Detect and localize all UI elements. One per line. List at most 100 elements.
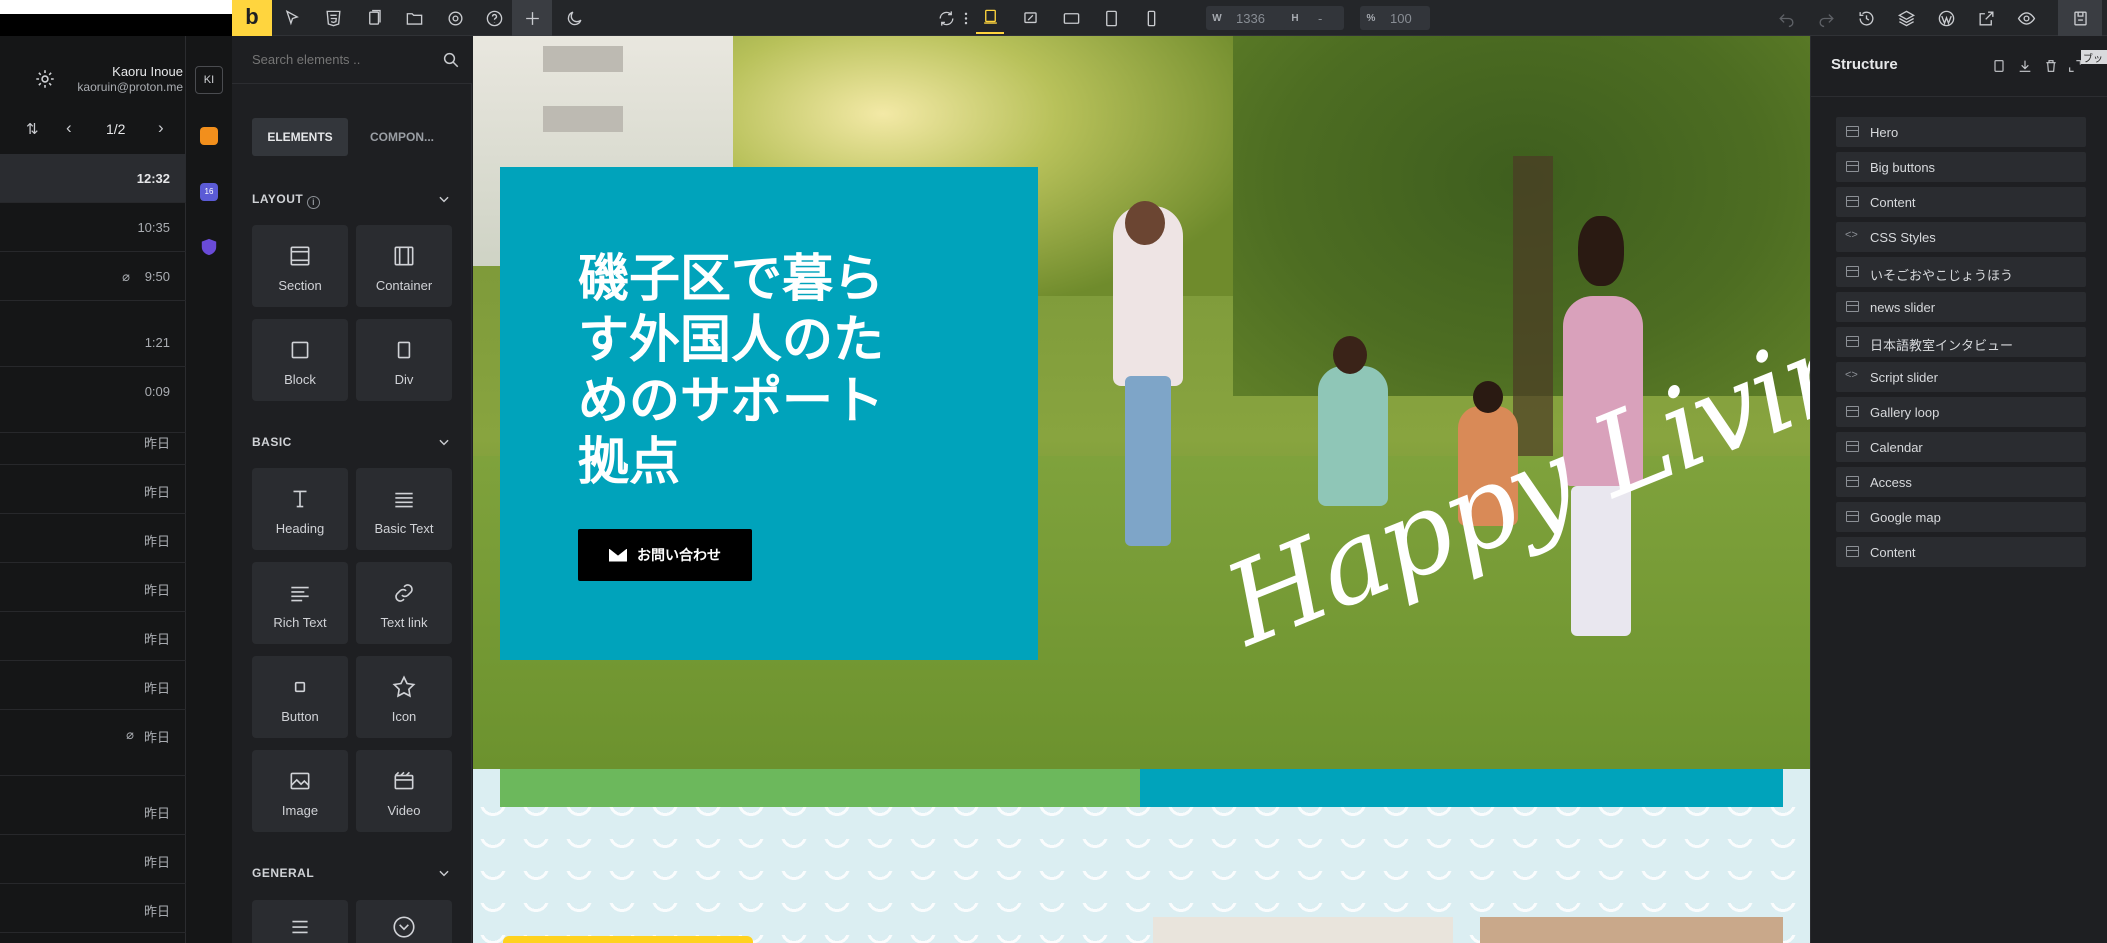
calendar-app-icon[interactable]: 16: [200, 183, 218, 201]
element-tile-container[interactable]: Container: [356, 225, 452, 307]
chevron-down-icon[interactable]: [437, 192, 451, 206]
general-section-title[interactable]: GENERAL: [252, 866, 314, 880]
layout-section-title[interactable]: LAYOUT i: [252, 192, 321, 209]
mail-row[interactable]: 昨日: [0, 465, 186, 514]
undo-icon[interactable]: [1772, 4, 1800, 32]
tile-label: Video: [387, 803, 421, 818]
preview-eye-icon[interactable]: [2012, 4, 2040, 32]
mail-row[interactable]: 1:21: [0, 318, 186, 367]
dark-mode-icon[interactable]: [560, 4, 588, 32]
structure-item[interactable]: Content: [1836, 187, 2086, 217]
mail-row[interactable]: 12:32: [0, 154, 186, 203]
tab-elements[interactable]: ELEMENTS: [252, 118, 348, 156]
mail-time: 10:35: [137, 220, 170, 235]
mail-row[interactable]: 昨日: [0, 884, 186, 933]
element-tile-section[interactable]: Section: [252, 225, 348, 307]
structure-item[interactable]: Access: [1836, 467, 2086, 497]
structure-item[interactable]: Hero: [1836, 117, 2086, 147]
section-icon: [1846, 476, 1859, 487]
element-tile-text-link[interactable]: Text link: [356, 562, 452, 644]
tablet-portrait-icon[interactable]: [1097, 4, 1125, 32]
history-icon[interactable]: [1852, 4, 1880, 32]
settings-icon[interactable]: [441, 4, 469, 32]
pointer-icon[interactable]: [278, 4, 306, 32]
height-field[interactable]: H-: [1284, 6, 1344, 30]
hero-heading[interactable]: 磯子区で暮らす外国人のためのサポート拠点: [578, 249, 928, 493]
element-tile-rich-text[interactable]: Rich Text: [252, 562, 348, 644]
structure-item[interactable]: Google map: [1836, 502, 2086, 532]
help-icon[interactable]: [480, 4, 508, 32]
mail-row[interactable]: 9:50 ⌀: [0, 252, 186, 301]
structure-item[interactable]: news slider: [1836, 292, 2086, 322]
general-tile-accordion[interactable]: [356, 900, 452, 943]
structure-item-label: Access: [1870, 475, 1912, 490]
structure-item[interactable]: Content: [1836, 537, 2086, 567]
mail-row[interactable]: 昨日: [0, 786, 186, 835]
tile-label: Div: [394, 372, 414, 387]
structure-item[interactable]: <> CSS Styles: [1836, 222, 2086, 252]
layers-icon[interactable]: [1892, 4, 1920, 32]
zoom-field[interactable]: % 100: [1360, 6, 1430, 30]
structure-item-label: Content: [1870, 545, 1916, 560]
wordpress-icon[interactable]: [1932, 4, 1960, 32]
element-tile-video[interactable]: Video: [356, 750, 452, 832]
settings-gear-icon[interactable]: [34, 68, 56, 90]
element-tile-block[interactable]: Block: [252, 319, 348, 401]
laptop-breakpoint-icon[interactable]: [1016, 4, 1044, 32]
mail-row[interactable]: 昨日: [0, 563, 186, 612]
structure-item[interactable]: <> Script slider: [1836, 362, 2086, 392]
trash-icon[interactable]: [2043, 58, 2059, 79]
mail-row[interactable]: 昨日: [0, 514, 186, 563]
folder-icon[interactable]: [400, 4, 428, 32]
structure-item[interactable]: Gallery loop: [1836, 397, 2086, 427]
element-tile-div[interactable]: Div: [356, 319, 452, 401]
structure-item[interactable]: いそごおやこじょうほう: [1836, 257, 2086, 287]
big-button-teal[interactable]: [1140, 769, 1783, 807]
more-vertical-icon[interactable]: [958, 4, 974, 32]
structure-item[interactable]: Calendar: [1836, 432, 2086, 462]
mail-row[interactable]: 昨日 ⌀: [0, 710, 186, 776]
builder-logo[interactable]: b: [232, 0, 272, 36]
external-link-icon[interactable]: [1972, 4, 2000, 32]
pages-icon[interactable]: [360, 4, 388, 32]
basic-section-title[interactable]: BASIC: [252, 435, 292, 449]
html5-icon[interactable]: [319, 4, 347, 32]
tablet-landscape-icon[interactable]: [1057, 4, 1085, 32]
contacts-app-icon[interactable]: [200, 127, 218, 145]
element-tile-heading[interactable]: Heading: [252, 468, 348, 550]
desktop-breakpoint-icon[interactable]: [976, 2, 1004, 34]
structure-item[interactable]: Big buttons: [1836, 152, 2086, 182]
save-icon[interactable]: [2058, 0, 2102, 36]
page-canvas[interactable]: Happy Living 磯子区で暮らす外国人のためのサポート拠点 お問い合わせ: [473, 36, 1810, 943]
structure-item[interactable]: 日本語教室インタビュー: [1836, 327, 2086, 357]
copy-icon[interactable]: [1991, 58, 2007, 79]
avatar-badge[interactable]: KI: [195, 66, 223, 94]
tab-components[interactable]: COMPON...: [352, 118, 452, 156]
mail-row[interactable]: 10:35: [0, 203, 186, 252]
mail-row[interactable]: 昨日: [0, 612, 186, 661]
chevron-down-icon[interactable]: [437, 435, 451, 449]
element-tile-basic-text[interactable]: Basic Text: [356, 468, 452, 550]
contact-button[interactable]: お問い合わせ: [578, 529, 752, 581]
sort-icon[interactable]: ⇅: [26, 120, 44, 138]
element-tile-image[interactable]: Image: [252, 750, 348, 832]
mail-row[interactable]: 昨日: [0, 661, 186, 710]
download-icon[interactable]: [2017, 58, 2033, 79]
next-page-icon[interactable]: ›: [158, 118, 164, 138]
big-button-green[interactable]: [500, 769, 1140, 807]
chevron-down-icon[interactable]: [437, 866, 451, 880]
structure-item-label: 日本語教室インタビュー: [1870, 338, 2014, 353]
mobile-icon[interactable]: [1137, 4, 1165, 32]
element-tile-icon[interactable]: Icon: [356, 656, 452, 738]
add-element-icon[interactable]: [512, 0, 552, 36]
general-tile-list[interactable]: [252, 900, 348, 943]
vpn-shield-icon[interactable]: [200, 238, 218, 256]
mail-row[interactable]: 昨日: [0, 416, 186, 465]
prev-page-icon[interactable]: ‹: [66, 118, 72, 138]
code-icon: <>: [1845, 229, 1858, 241]
redo-icon[interactable]: [1812, 4, 1840, 32]
mail-row[interactable]: 昨日: [0, 835, 186, 884]
element-search-input[interactable]: [232, 36, 472, 84]
refresh-icon[interactable]: [932, 4, 960, 32]
element-tile-button[interactable]: Button: [252, 656, 348, 738]
